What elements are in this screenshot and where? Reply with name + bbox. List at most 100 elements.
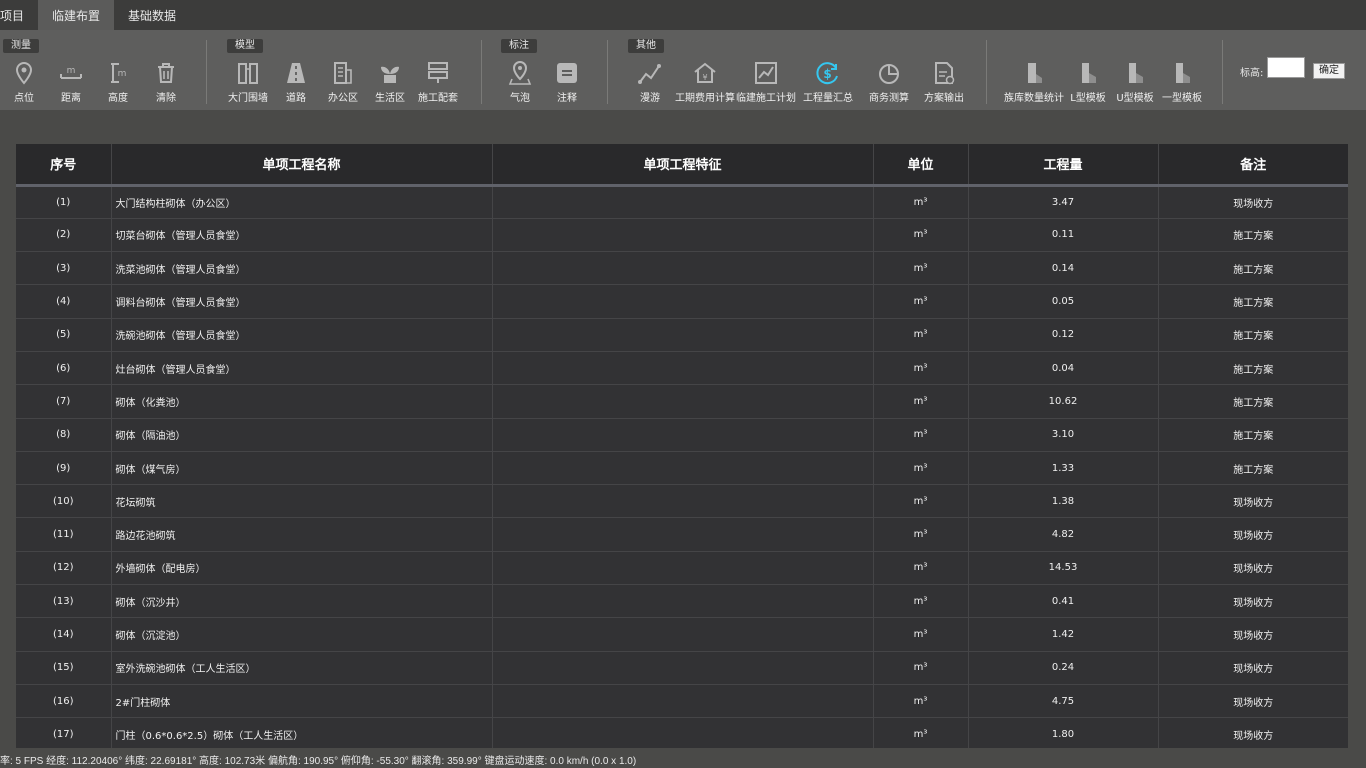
cell-remark: 现场收方 [1158, 684, 1348, 719]
table-row[interactable]: (12) 外墙砌体（配电房） m³ 14.53 现场收方 [16, 551, 1348, 586]
table-row[interactable]: (13) 砌体（沉沙井） m³ 0.41 现场收方 [16, 584, 1348, 619]
construction-kit-button[interactable]: 施工配套 [418, 58, 458, 106]
road-label: 道路 [286, 93, 306, 104]
cell-item-feature [492, 251, 874, 286]
plan-output-button[interactable]: 方案输出 [924, 58, 964, 106]
office-button[interactable]: 办公区 [327, 58, 359, 106]
cell-quantity: 0.24 [968, 651, 1159, 685]
cell-item-feature [492, 218, 874, 253]
group-label-annotate: 标注 [501, 39, 537, 53]
construction-kit-label: 施工配套 [418, 93, 458, 104]
cell-unit: m³ [873, 484, 969, 519]
cell-serial: (14) [16, 617, 112, 652]
clear-button[interactable]: 清除 [150, 58, 182, 106]
cell-unit: m³ [873, 617, 969, 652]
table-row[interactable]: (5) 洗碗池砌体（管理人员食堂） m³ 0.12 施工方案 [16, 318, 1348, 352]
height-icon: m [104, 58, 132, 88]
bubble-button[interactable]: 气泡 [504, 58, 536, 106]
distance-label: 距离 [61, 93, 81, 104]
table-row[interactable]: (1) 大门结构柱砌体（办公区） m³ 3.47 现场收方 [16, 185, 1348, 219]
header-remark[interactable]: 备注 [1158, 144, 1348, 187]
header-item-name[interactable]: 单项工程名称 [111, 144, 493, 187]
quantity-summary-label: 工程量汇总 [803, 93, 853, 104]
point-button[interactable]: 点位 [8, 58, 40, 106]
cell-item-name: 外墙砌体（配电房） [111, 551, 493, 586]
business-calc-button[interactable]: 商务测算 [869, 58, 909, 106]
height-button[interactable]: m 高度 [102, 58, 134, 106]
cell-serial: (6) [16, 351, 112, 386]
table-row[interactable]: (8) 砌体（隔油池） m³ 3.10 施工方案 [16, 418, 1348, 452]
table-row[interactable]: (17) 门柱（0.6*0.6*2.5）砌体（工人生活区） m³ 1.80 现场收方 [16, 717, 1348, 748]
cell-item-feature [492, 684, 874, 719]
table-row[interactable]: (7) 砌体（化粪池） m³ 10.62 施工方案 [16, 384, 1348, 419]
table-row[interactable]: (6) 灶台砌体（管理人员食堂） m³ 0.04 施工方案 [16, 351, 1348, 386]
header-item-feature[interactable]: 单项工程特征 [492, 144, 874, 187]
temp-plan-label: 临建施工计划 [736, 93, 796, 104]
table-row[interactable]: (4) 调料台砌体（管理人员食堂） m³ 0.05 施工方案 [16, 284, 1348, 319]
trash-icon [152, 58, 180, 88]
u-template-button[interactable]: U型模板 [1116, 58, 1154, 106]
cell-item-name: 花坛砌筑 [111, 484, 493, 519]
elevation-input[interactable] [1267, 57, 1305, 78]
temp-plan-button[interactable]: 临建施工计划 [736, 58, 796, 106]
group-divider [1222, 40, 1223, 104]
cell-item-feature [492, 185, 874, 219]
table-row[interactable]: (2) 切菜台砌体（管理人员食堂） m³ 0.11 施工方案 [16, 218, 1348, 253]
svg-text:$: $ [823, 67, 831, 81]
l-template-button[interactable]: L型模板 [1070, 58, 1106, 106]
quantity-table-container[interactable]: 序号 单项工程名称 单项工程特征 单位 工程量 备注 (1) 大门结构柱砌体（办公… [16, 144, 1348, 748]
cell-remark: 现场收方 [1158, 717, 1348, 748]
cell-item-name: 洗菜池砌体（管理人员食堂） [111, 251, 493, 286]
cell-quantity: 0.12 [968, 318, 1159, 352]
l-template-label: L型模板 [1070, 93, 1106, 104]
table-row[interactable]: (10) 花坛砌筑 m³ 1.38 现场收方 [16, 484, 1348, 519]
cell-unit: m³ [873, 318, 969, 352]
living-area-button[interactable]: 生活区 [374, 58, 406, 106]
table-row[interactable]: (14) 砌体（沉淀池） m³ 1.42 现场收方 [16, 617, 1348, 652]
location-pin-icon [506, 58, 534, 88]
i-template-label: 一型模板 [1162, 93, 1202, 104]
distance-button[interactable]: m 距离 [54, 58, 88, 106]
tab-temporary-layout[interactable]: 临建布置 [38, 0, 115, 30]
confirm-button[interactable]: 确定 [1313, 63, 1345, 79]
cell-remark: 现场收方 [1158, 651, 1348, 685]
note-button[interactable]: 注释 [552, 58, 582, 106]
i-template-button[interactable]: 一型模板 [1162, 58, 1202, 106]
table-row[interactable]: (11) 路边花池砌筑 m³ 4.82 现场收方 [16, 517, 1348, 552]
cell-remark: 现场收方 [1158, 185, 1348, 219]
cell-quantity: 0.41 [968, 584, 1159, 619]
office-label: 办公区 [328, 93, 358, 104]
cell-remark: 施工方案 [1158, 318, 1348, 352]
gate-wall-button[interactable]: 大门围墙 [228, 58, 268, 106]
svg-text:¥: ¥ [702, 73, 707, 82]
u-template-label: U型模板 [1116, 93, 1154, 104]
table-row[interactable]: (9) 砌体（煤气房） m³ 1.33 施工方案 [16, 451, 1348, 486]
roam-label: 漫游 [640, 93, 660, 104]
group-divider [481, 40, 482, 104]
cell-item-feature [492, 584, 874, 619]
table-row[interactable]: (3) 洗菜池砌体（管理人员食堂） m³ 0.14 施工方案 [16, 251, 1348, 286]
table-row[interactable]: (15) 室外洗碗池砌体（工人生活区） m³ 0.24 现场收方 [16, 651, 1348, 685]
cell-remark: 施工方案 [1158, 418, 1348, 452]
cell-unit: m³ [873, 351, 969, 386]
tab-base-data[interactable]: 基础数据 [114, 0, 190, 30]
cell-item-feature [492, 717, 874, 748]
table-row[interactable]: (16) 2#门柱砌体 m³ 4.75 现场收方 [16, 684, 1348, 719]
family-stats-button[interactable]: 族库数量统计 [1004, 58, 1064, 106]
header-quantity[interactable]: 工程量 [968, 144, 1159, 187]
table-header-row: 序号 单项工程名称 单项工程特征 单位 工程量 备注 [16, 144, 1348, 187]
trend-chart-icon [752, 58, 780, 88]
cell-serial: (17) [16, 717, 112, 748]
header-serial[interactable]: 序号 [16, 144, 112, 187]
cell-unit: m³ [873, 251, 969, 286]
tab-project[interactable]: 项目 [0, 0, 38, 30]
cell-quantity: 0.05 [968, 284, 1159, 319]
road-icon [282, 58, 310, 88]
schedule-cost-button[interactable]: ¥ 工期费用计算 [675, 58, 735, 106]
block-chart-icon [1020, 58, 1048, 88]
quantity-summary-button[interactable]: $ 工程量汇总 [803, 58, 853, 106]
cell-quantity: 1.38 [968, 484, 1159, 519]
header-unit[interactable]: 单位 [873, 144, 969, 187]
road-button[interactable]: 道路 [281, 58, 311, 106]
roam-button[interactable]: 漫游 [634, 58, 666, 106]
